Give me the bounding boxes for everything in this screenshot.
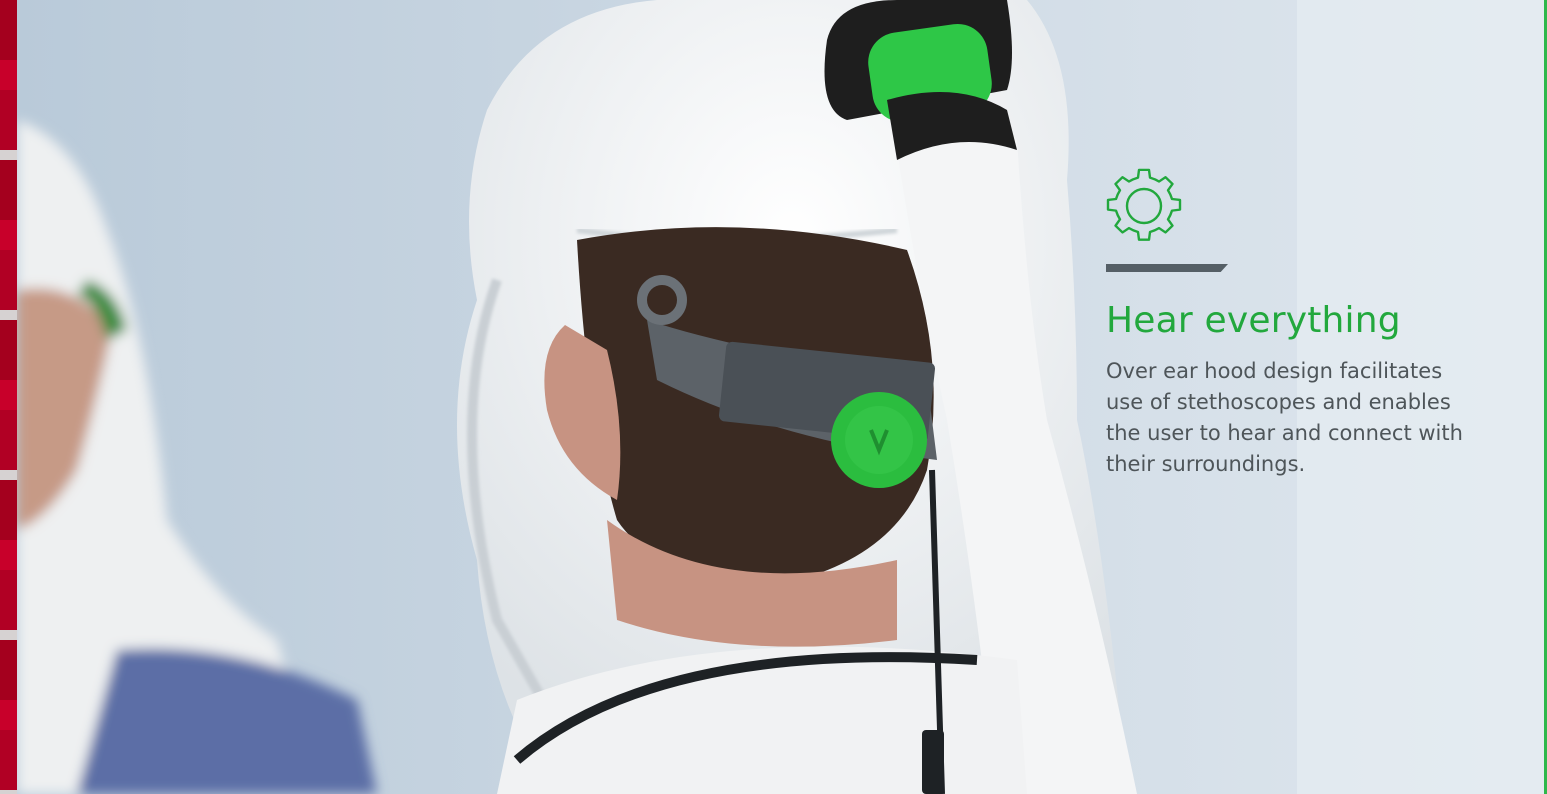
- feature-title: Hear everything: [1106, 300, 1401, 341]
- feature-slide: Hear everything Over ear hood design fac…: [0, 0, 1547, 794]
- gear-icon: [1106, 168, 1486, 244]
- previous-slide-edge[interactable]: [0, 0, 17, 794]
- feature-panel: Hear everything Over ear hood design fac…: [1106, 168, 1486, 480]
- feature-description: Over ear hood design facilitates use of …: [1106, 359, 1463, 476]
- title-divider: [1106, 264, 1228, 272]
